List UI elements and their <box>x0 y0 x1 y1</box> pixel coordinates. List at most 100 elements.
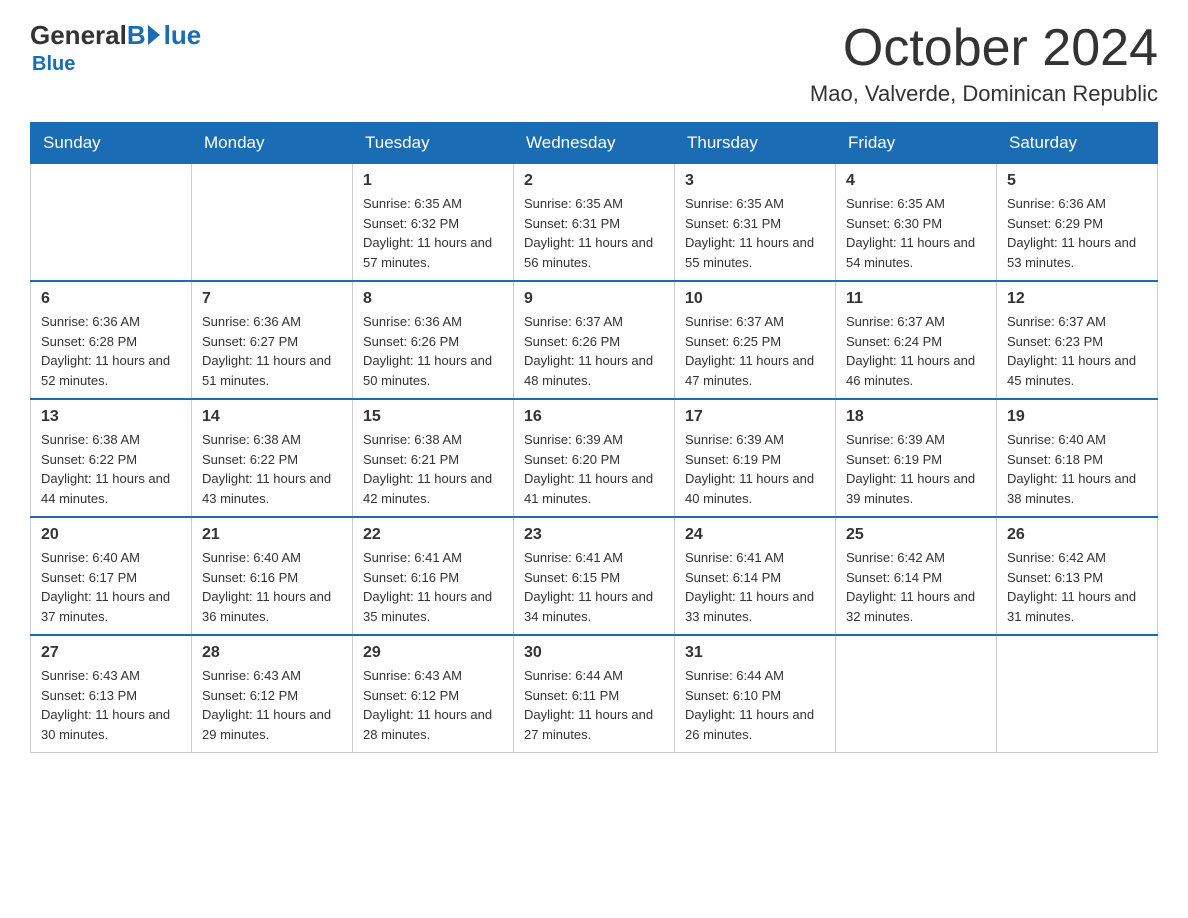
calendar-cell: 14 Sunrise: 6:38 AMSunset: 6:22 PMDayligh… <box>192 399 353 517</box>
day-number: 30 <box>524 644 664 662</box>
header-saturday: Saturday <box>997 123 1158 164</box>
day-info: Sunrise: 6:41 AMSunset: 6:15 PMDaylight:… <box>524 548 664 626</box>
calendar-cell: 15 Sunrise: 6:38 AMSunset: 6:21 PMDayligh… <box>353 399 514 517</box>
day-number: 21 <box>202 526 342 544</box>
calendar-cell: 4 Sunrise: 6:35 AMSunset: 6:30 PMDaylight… <box>836 164 997 282</box>
day-number: 27 <box>41 644 181 662</box>
day-number: 11 <box>846 290 986 308</box>
day-info: Sunrise: 6:36 AMSunset: 6:28 PMDaylight:… <box>41 312 181 390</box>
day-info: Sunrise: 6:37 AMSunset: 6:24 PMDaylight:… <box>846 312 986 390</box>
day-number: 14 <box>202 408 342 426</box>
calendar-week-1: 1Sunrise: 6:35 AMSunset: 6:32 PMDaylight… <box>31 164 1158 282</box>
header-tuesday: Tuesday <box>353 123 514 164</box>
day-info: Sunrise: 6:35 AMSunset: 6:30 PMDaylight:… <box>846 194 986 272</box>
calendar-cell: 12 Sunrise: 6:37 AMSunset: 6:23 PMDayligh… <box>997 281 1158 399</box>
day-number: 22 <box>363 526 503 544</box>
calendar-week-5: 27Sunrise: 6:43 AMSunset: 6:13 PMDayligh… <box>31 635 1158 753</box>
calendar-week-4: 20 Sunrise: 6:40 AMSunset: 6:17 PMDayligh… <box>31 517 1158 635</box>
day-number: 7 <box>202 290 342 308</box>
day-number: 28 <box>202 644 342 662</box>
day-number: 20 <box>41 526 181 544</box>
day-info: Sunrise: 6:35 AMSunset: 6:32 PMDaylight:… <box>363 194 503 272</box>
day-number: 13 <box>41 408 181 426</box>
calendar-cell: 20 Sunrise: 6:40 AMSunset: 6:17 PMDayligh… <box>31 517 192 635</box>
day-info: Sunrise: 6:36 AMSunset: 6:29 PMDaylight:… <box>1007 194 1147 272</box>
day-info: Sunrise: 6:39 AMSunset: 6:19 PMDaylight:… <box>846 430 986 508</box>
day-info: Sunrise: 6:41 AMSunset: 6:14 PMDaylight:… <box>685 548 825 626</box>
day-number: 24 <box>685 526 825 544</box>
day-info: Sunrise: 6:40 AMSunset: 6:17 PMDaylight:… <box>41 548 181 626</box>
title-area: October 2024 Mao, Valverde, Dominican Re… <box>810 20 1158 107</box>
page-header: General B lue Blue October 2024 Mao, Val… <box>30 20 1158 107</box>
calendar-cell: 26Sunrise: 6:42 AMSunset: 6:13 PMDayligh… <box>997 517 1158 635</box>
calendar-cell: 2Sunrise: 6:35 AMSunset: 6:31 PMDaylight… <box>514 164 675 282</box>
day-info: Sunrise: 6:44 AMSunset: 6:11 PMDaylight:… <box>524 666 664 744</box>
day-info: Sunrise: 6:37 AMSunset: 6:23 PMDaylight:… <box>1007 312 1147 390</box>
calendar-week-3: 13 Sunrise: 6:38 AMSunset: 6:22 PMDayligh… <box>31 399 1158 517</box>
calendar-cell <box>192 164 353 282</box>
logo-blue-word: lue <box>164 20 202 51</box>
logo-b: B <box>127 20 146 51</box>
calendar-header-row: Sunday Monday Tuesday Wednesday Thursday… <box>31 123 1158 164</box>
day-info: Sunrise: 6:44 AMSunset: 6:10 PMDaylight:… <box>685 666 825 744</box>
day-info: Sunrise: 6:37 AMSunset: 6:25 PMDaylight:… <box>685 312 825 390</box>
location-subtitle: Mao, Valverde, Dominican Republic <box>810 81 1158 107</box>
day-info: Sunrise: 6:36 AMSunset: 6:26 PMDaylight:… <box>363 312 503 390</box>
calendar-cell: 5 Sunrise: 6:36 AMSunset: 6:29 PMDaylight… <box>997 164 1158 282</box>
day-number: 9 <box>524 290 664 308</box>
day-number: 3 <box>685 172 825 190</box>
calendar-cell: 21Sunrise: 6:40 AMSunset: 6:16 PMDayligh… <box>192 517 353 635</box>
calendar-table: Sunday Monday Tuesday Wednesday Thursday… <box>30 122 1158 753</box>
header-wednesday: Wednesday <box>514 123 675 164</box>
day-number: 17 <box>685 408 825 426</box>
calendar-cell: 22Sunrise: 6:41 AMSunset: 6:16 PMDayligh… <box>353 517 514 635</box>
calendar-cell: 7 Sunrise: 6:36 AMSunset: 6:27 PMDaylight… <box>192 281 353 399</box>
calendar-cell <box>31 164 192 282</box>
calendar-cell <box>836 635 997 753</box>
calendar-cell: 18Sunrise: 6:39 AMSunset: 6:19 PMDayligh… <box>836 399 997 517</box>
logo-general-text: General <box>30 20 127 51</box>
day-number: 12 <box>1007 290 1147 308</box>
day-info: Sunrise: 6:35 AMSunset: 6:31 PMDaylight:… <box>524 194 664 272</box>
month-year-title: October 2024 <box>810 20 1158 77</box>
calendar-cell: 25 Sunrise: 6:42 AMSunset: 6:14 PMDayligh… <box>836 517 997 635</box>
day-info: Sunrise: 6:43 AMSunset: 6:12 PMDaylight:… <box>363 666 503 744</box>
calendar-cell: 24 Sunrise: 6:41 AMSunset: 6:14 PMDayligh… <box>675 517 836 635</box>
header-monday: Monday <box>192 123 353 164</box>
day-info: Sunrise: 6:42 AMSunset: 6:14 PMDaylight:… <box>846 548 986 626</box>
header-sunday: Sunday <box>31 123 192 164</box>
logo-blue-part: B lue <box>127 20 201 51</box>
day-info: Sunrise: 6:38 AMSunset: 6:21 PMDaylight:… <box>363 430 503 508</box>
calendar-cell: 27Sunrise: 6:43 AMSunset: 6:13 PMDayligh… <box>31 635 192 753</box>
calendar-cell: 13 Sunrise: 6:38 AMSunset: 6:22 PMDayligh… <box>31 399 192 517</box>
calendar-cell: 16Sunrise: 6:39 AMSunset: 6:20 PMDayligh… <box>514 399 675 517</box>
calendar-cell: 30 Sunrise: 6:44 AMSunset: 6:11 PMDayligh… <box>514 635 675 753</box>
calendar-cell: 11 Sunrise: 6:37 AMSunset: 6:24 PMDayligh… <box>836 281 997 399</box>
calendar-cell <box>997 635 1158 753</box>
day-info: Sunrise: 6:40 AMSunset: 6:18 PMDaylight:… <box>1007 430 1147 508</box>
calendar-cell: 23Sunrise: 6:41 AMSunset: 6:15 PMDayligh… <box>514 517 675 635</box>
day-number: 6 <box>41 290 181 308</box>
calendar-week-2: 6 Sunrise: 6:36 AMSunset: 6:28 PMDaylight… <box>31 281 1158 399</box>
day-info: Sunrise: 6:38 AMSunset: 6:22 PMDaylight:… <box>41 430 181 508</box>
day-number: 19 <box>1007 408 1147 426</box>
calendar-cell: 3Sunrise: 6:35 AMSunset: 6:31 PMDaylight… <box>675 164 836 282</box>
day-info: Sunrise: 6:43 AMSunset: 6:12 PMDaylight:… <box>202 666 342 744</box>
day-number: 15 <box>363 408 503 426</box>
day-number: 26 <box>1007 526 1147 544</box>
day-number: 5 <box>1007 172 1147 190</box>
day-number: 25 <box>846 526 986 544</box>
calendar-cell: 29Sunrise: 6:43 AMSunset: 6:12 PMDayligh… <box>353 635 514 753</box>
day-number: 8 <box>363 290 503 308</box>
day-info: Sunrise: 6:38 AMSunset: 6:22 PMDaylight:… <box>202 430 342 508</box>
day-info: Sunrise: 6:39 AMSunset: 6:20 PMDaylight:… <box>524 430 664 508</box>
calendar-cell: 9Sunrise: 6:37 AMSunset: 6:26 PMDaylight… <box>514 281 675 399</box>
logo: General B lue Blue <box>30 20 201 76</box>
logo-blue-label: Blue <box>32 53 75 75</box>
day-number: 4 <box>846 172 986 190</box>
calendar-cell: 31Sunrise: 6:44 AMSunset: 6:10 PMDayligh… <box>675 635 836 753</box>
day-number: 10 <box>685 290 825 308</box>
day-info: Sunrise: 6:36 AMSunset: 6:27 PMDaylight:… <box>202 312 342 390</box>
header-thursday: Thursday <box>675 123 836 164</box>
day-info: Sunrise: 6:39 AMSunset: 6:19 PMDaylight:… <box>685 430 825 508</box>
